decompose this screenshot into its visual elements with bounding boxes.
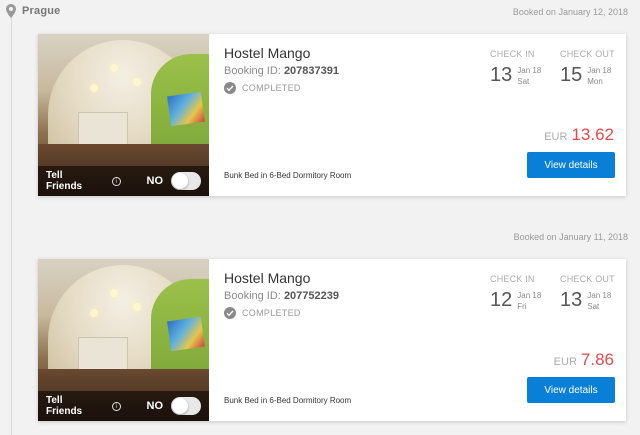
hotel-name[interactable]: Hostel Mango bbox=[224, 270, 310, 286]
booking-id: Booking ID: 207752239 bbox=[224, 290, 339, 302]
check-out-month: Jan 18 bbox=[587, 66, 612, 75]
check-out: CHECK OUT 13 Jan 18 Sat bbox=[560, 274, 618, 312]
booking-card: Tell Friends i NO Hostel Mango Booking I… bbox=[38, 34, 626, 196]
booking-info: Hostel Mango Booking ID: 207752239 COMPL… bbox=[209, 259, 626, 421]
info-icon[interactable]: i bbox=[111, 401, 121, 411]
check-in-weekday: Fri bbox=[517, 302, 527, 311]
hotel-photo[interactable]: Tell Friends i NO bbox=[38, 34, 209, 196]
booking-card: Tell Friends i NO Hostel Mango Booking I… bbox=[38, 259, 626, 421]
timeline-line bbox=[11, 16, 12, 435]
booking-id: Booking ID: 207837391 bbox=[224, 65, 339, 77]
price-currency: EUR bbox=[553, 356, 577, 368]
tell-friends-toggle[interactable] bbox=[171, 172, 201, 190]
check-out-month: Jan 18 bbox=[587, 291, 612, 300]
tell-friends-toggle[interactable] bbox=[171, 397, 201, 415]
tell-friends-label: Tell Friends bbox=[46, 395, 83, 417]
check-in-weekday: Sat bbox=[517, 77, 530, 86]
toggle-state-label: NO bbox=[146, 400, 164, 412]
check-in-label: CHECK IN bbox=[490, 274, 535, 284]
info-icon[interactable]: i bbox=[111, 176, 121, 186]
check-in: CHECK IN 12 Jan 18 Fri bbox=[490, 274, 548, 312]
price: EUR 7.86 bbox=[554, 350, 614, 370]
price: EUR 13.62 bbox=[544, 125, 614, 145]
check-in-label: CHECK IN bbox=[490, 49, 535, 59]
booked-on-date: Booked on January 12, 2018 bbox=[512, 7, 628, 17]
booking-info: Hostel Mango Booking ID: 207837391 COMPL… bbox=[209, 34, 626, 196]
booking-status: COMPLETED bbox=[224, 82, 301, 94]
check-out-weekday: Mon bbox=[587, 77, 603, 86]
hotel-name[interactable]: Hostel Mango bbox=[224, 45, 310, 61]
view-details-button[interactable]: View details bbox=[527, 377, 615, 403]
check-circle-icon bbox=[224, 82, 236, 94]
tell-friends-label: Tell Friends bbox=[46, 170, 83, 192]
room-type: Bunk Bed in 6-Bed Dormitory Room bbox=[224, 396, 352, 405]
location-header: Prague bbox=[6, 4, 61, 18]
check-in-day: 12 bbox=[490, 289, 513, 311]
status-text: COMPLETED bbox=[242, 308, 301, 318]
check-in-month: Jan 18 bbox=[517, 291, 542, 300]
check-in-month: Jan 18 bbox=[517, 66, 542, 75]
view-details-button[interactable]: View details bbox=[527, 152, 615, 178]
check-out-label: CHECK OUT bbox=[560, 274, 615, 284]
room-type: Bunk Bed in 6-Bed Dormitory Room bbox=[224, 171, 352, 180]
check-out-label: CHECK OUT bbox=[560, 49, 615, 59]
booked-on-date: Booked on January 11, 2018 bbox=[513, 232, 628, 242]
price-amount: 13.62 bbox=[571, 125, 614, 144]
check-out: CHECK OUT 15 Jan 18 Mon bbox=[560, 49, 618, 87]
check-in: CHECK IN 13 Jan 18 Sat bbox=[490, 49, 548, 87]
check-out-day: 13 bbox=[560, 289, 583, 311]
check-out-day: 15 bbox=[560, 64, 583, 86]
check-in-day: 13 bbox=[490, 64, 513, 86]
price-currency: EUR bbox=[544, 131, 568, 143]
tell-friends-bar: Tell Friends i NO bbox=[38, 166, 209, 196]
price-amount: 7.86 bbox=[580, 350, 614, 369]
hotel-photo[interactable]: Tell Friends i NO bbox=[38, 259, 209, 421]
booking-status: COMPLETED bbox=[224, 307, 301, 319]
check-circle-icon bbox=[224, 307, 236, 319]
map-pin-icon bbox=[6, 4, 16, 18]
status-text: COMPLETED bbox=[242, 83, 301, 93]
toggle-state-label: NO bbox=[146, 175, 164, 187]
location-name: Prague bbox=[22, 5, 61, 17]
check-out-weekday: Sat bbox=[587, 302, 600, 311]
tell-friends-bar: Tell Friends i NO bbox=[38, 391, 209, 421]
